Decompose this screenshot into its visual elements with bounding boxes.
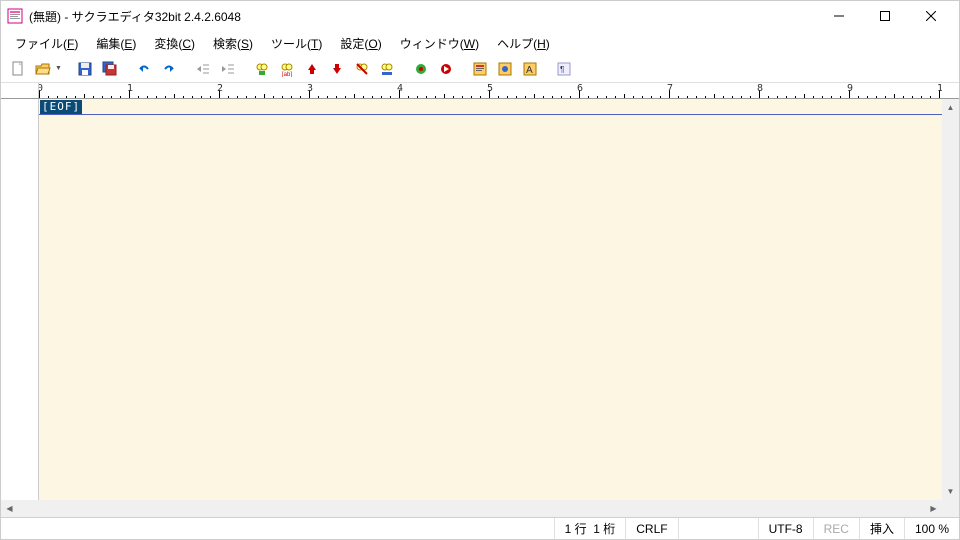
- current-line-underline: [39, 99, 942, 115]
- status-line[interactable]: 1 行 1 桁: [554, 518, 626, 539]
- search-regex-button[interactable]: [ab]: [276, 58, 298, 80]
- svg-text:[ab]: [ab]: [282, 72, 292, 77]
- vertical-scroll-track[interactable]: [942, 116, 959, 483]
- menu-file[interactable]: ファイル(F): [7, 33, 86, 54]
- status-insert-mode[interactable]: 挿入: [859, 518, 904, 539]
- menu-help[interactable]: ヘルプ(H): [489, 33, 558, 54]
- open-dropdown-icon[interactable]: ▼: [55, 65, 62, 72]
- search-button[interactable]: [251, 58, 273, 80]
- svg-text:A: A: [526, 65, 533, 76]
- minimize-button[interactable]: [817, 2, 861, 30]
- search-next-button[interactable]: [326, 58, 348, 80]
- scroll-left-button[interactable]: ◀: [1, 500, 18, 517]
- svg-text:¶: ¶: [560, 65, 564, 74]
- app-icon: [7, 8, 23, 24]
- vertical-scrollbar[interactable]: ▲ ▼: [942, 99, 959, 500]
- menu-settings[interactable]: 設定(O): [332, 33, 389, 54]
- indent-button[interactable]: [217, 58, 239, 80]
- open-file-button[interactable]: [32, 58, 54, 80]
- scroll-up-button[interactable]: ▲: [942, 99, 959, 116]
- menu-convert[interactable]: 変換(C): [146, 33, 203, 54]
- title-bar: (無題) - サクラエディタ32bit 2.4.2.6048: [1, 1, 959, 31]
- grep-button[interactable]: [376, 58, 398, 80]
- toolbar: ▼ [ab] A ¶: [1, 55, 959, 83]
- font-settings-button[interactable]: A: [519, 58, 541, 80]
- status-newline[interactable]: CRLF: [625, 518, 677, 539]
- play-macro-button[interactable]: [435, 58, 457, 80]
- status-zoom[interactable]: 100 %: [904, 518, 959, 539]
- editor-wrap: [EOF] ▲ ▼: [1, 99, 959, 500]
- new-file-button[interactable]: [7, 58, 29, 80]
- search-clear-button[interactable]: [351, 58, 373, 80]
- scrollbar-corner: [942, 500, 959, 517]
- status-bar: 1 行 1 桁 CRLF UTF-8 REC 挿入 100 %: [1, 517, 959, 539]
- common-settings-button[interactable]: [494, 58, 516, 80]
- ruler-row: 012345678910: [1, 83, 959, 99]
- editor-text-area[interactable]: [EOF]: [39, 99, 942, 500]
- menu-tools[interactable]: ツール(T): [263, 33, 330, 54]
- status-encoding[interactable]: UTF-8: [758, 518, 813, 539]
- type-settings-button[interactable]: [469, 58, 491, 80]
- menu-bar: ファイル(F) 編集(E) 変換(C) 検索(S) ツール(T) 設定(O) ウ…: [1, 31, 959, 55]
- menu-edit[interactable]: 編集(E): [88, 33, 144, 54]
- status-rec[interactable]: REC: [813, 518, 859, 539]
- eof-marker: [EOF]: [40, 100, 82, 114]
- window-controls: [817, 2, 953, 30]
- scroll-right-button[interactable]: ▶: [925, 500, 942, 517]
- redo-button[interactable]: [158, 58, 180, 80]
- outdent-button[interactable]: [192, 58, 214, 80]
- menu-window[interactable]: ウィンドウ(W): [392, 33, 487, 54]
- status-empty: [678, 518, 758, 539]
- scroll-down-button[interactable]: ▼: [942, 483, 959, 500]
- ruler[interactable]: 012345678910: [39, 83, 942, 98]
- line-number-gutter[interactable]: [1, 99, 39, 500]
- close-button[interactable]: [909, 2, 953, 30]
- undo-button[interactable]: [133, 58, 155, 80]
- record-macro-button[interactable]: [410, 58, 432, 80]
- window-title: (無題) - サクラエディタ32bit 2.4.2.6048: [29, 8, 817, 25]
- maximize-button[interactable]: [863, 2, 907, 30]
- horizontal-scrollbar[interactable]: ◀ ▶: [1, 500, 959, 517]
- menu-search[interactable]: 検索(S): [205, 33, 261, 54]
- ruler-gutter: [1, 83, 39, 98]
- horizontal-scroll-track[interactable]: [18, 500, 925, 517]
- show-chars-button[interactable]: ¶: [553, 58, 575, 80]
- save-all-button[interactable]: [99, 58, 121, 80]
- search-prev-button[interactable]: [301, 58, 323, 80]
- save-button[interactable]: [74, 58, 96, 80]
